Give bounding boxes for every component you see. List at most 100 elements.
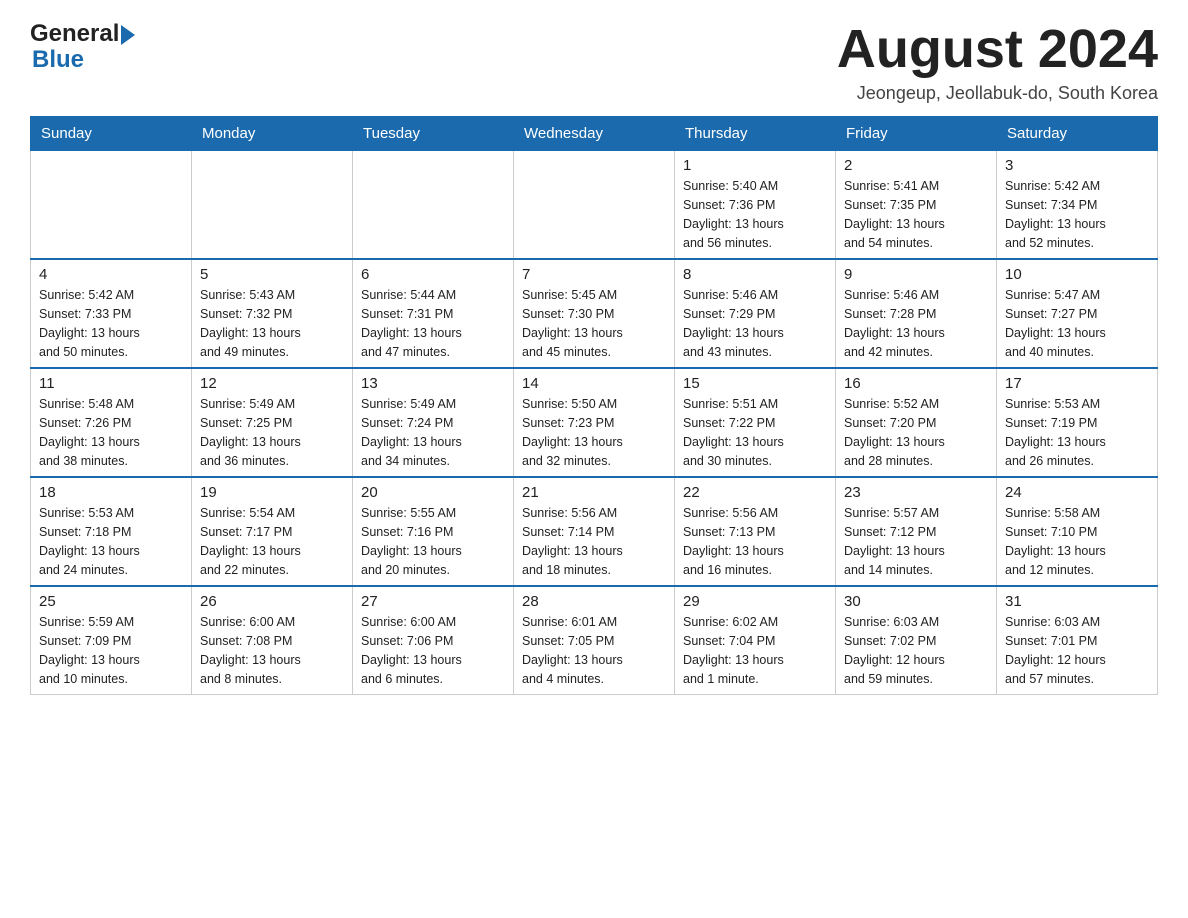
day-number: 24 xyxy=(1005,484,1149,501)
day-info: Sunrise: 5:53 AMSunset: 7:19 PMDaylight:… xyxy=(1005,395,1149,470)
calendar-cell: 5Sunrise: 5:43 AMSunset: 7:32 PMDaylight… xyxy=(192,259,353,368)
day-number: 8 xyxy=(683,266,827,283)
calendar-cell: 31 Sunrise: 6:03 AMSunset: 7:01 PMDayligh… xyxy=(997,586,1158,695)
day-number: 28 xyxy=(522,593,666,610)
calendar-cell: 7 Sunrise: 5:45 AMSunset: 7:30 PMDaylight… xyxy=(514,259,675,368)
calendar-week-2: 4Sunrise: 5:42 AMSunset: 7:33 PMDaylight… xyxy=(31,259,1158,368)
calendar-cell: 12 Sunrise: 5:49 AMSunset: 7:25 PMDayligh… xyxy=(192,368,353,477)
day-info: Sunrise: 5:49 AMSunset: 7:25 PMDaylight:… xyxy=(200,395,344,470)
calendar-week-4: 18 Sunrise: 5:53 AMSunset: 7:18 PMDayligh… xyxy=(31,477,1158,586)
calendar-cell xyxy=(514,151,675,260)
day-number: 6 xyxy=(361,266,505,283)
calendar-cell: 24 Sunrise: 5:58 AMSunset: 7:10 PMDayligh… xyxy=(997,477,1158,586)
day-number: 1 xyxy=(683,157,827,174)
calendar-cell: 14Sunrise: 5:50 AMSunset: 7:23 PMDayligh… xyxy=(514,368,675,477)
calendar-cell: 20 Sunrise: 5:55 AMSunset: 7:16 PMDayligh… xyxy=(353,477,514,586)
day-info: Sunrise: 5:42 AMSunset: 7:34 PMDaylight:… xyxy=(1005,177,1149,252)
header-friday: Friday xyxy=(836,117,997,151)
day-number: 2 xyxy=(844,157,988,174)
calendar-cell: 11 Sunrise: 5:48 AMSunset: 7:26 PMDayligh… xyxy=(31,368,192,477)
calendar-cell: 9Sunrise: 5:46 AMSunset: 7:28 PMDaylight… xyxy=(836,259,997,368)
day-info: Sunrise: 5:48 AMSunset: 7:26 PMDaylight:… xyxy=(39,395,183,470)
day-info: Sunrise: 5:46 AMSunset: 7:29 PMDaylight:… xyxy=(683,286,827,361)
day-number: 18 xyxy=(39,484,183,501)
logo: General Blue xyxy=(30,20,135,74)
day-info: Sunrise: 5:47 AMSunset: 7:27 PMDaylight:… xyxy=(1005,286,1149,361)
day-number: 12 xyxy=(200,375,344,392)
calendar-cell xyxy=(192,151,353,260)
day-number: 13 xyxy=(361,375,505,392)
calendar-cell: 21 Sunrise: 5:56 AMSunset: 7:14 PMDayligh… xyxy=(514,477,675,586)
title-section: August 2024 Jeongeup, Jeollabuk-do, Sout… xyxy=(837,20,1158,104)
calendar-cell: 6 Sunrise: 5:44 AMSunset: 7:31 PMDaylight… xyxy=(353,259,514,368)
calendar-header-row: SundayMondayTuesdayWednesdayThursdayFrid… xyxy=(31,117,1158,151)
day-number: 17 xyxy=(1005,375,1149,392)
calendar-cell xyxy=(31,151,192,260)
header-tuesday: Tuesday xyxy=(353,117,514,151)
day-info: Sunrise: 5:49 AMSunset: 7:24 PMDaylight:… xyxy=(361,395,505,470)
day-info: Sunrise: 5:55 AMSunset: 7:16 PMDaylight:… xyxy=(361,504,505,579)
day-number: 22 xyxy=(683,484,827,501)
calendar-cell: 17 Sunrise: 5:53 AMSunset: 7:19 PMDayligh… xyxy=(997,368,1158,477)
day-info: Sunrise: 6:00 AMSunset: 7:06 PMDaylight:… xyxy=(361,613,505,688)
logo-blue-text: Blue xyxy=(32,46,84,73)
calendar-week-1: 1 Sunrise: 5:40 AMSunset: 7:36 PMDaylight… xyxy=(31,151,1158,260)
header-thursday: Thursday xyxy=(675,117,836,151)
day-number: 29 xyxy=(683,593,827,610)
day-number: 21 xyxy=(522,484,666,501)
day-info: Sunrise: 5:59 AMSunset: 7:09 PMDaylight:… xyxy=(39,613,183,688)
calendar-week-3: 11 Sunrise: 5:48 AMSunset: 7:26 PMDayligh… xyxy=(31,368,1158,477)
calendar-cell: 15Sunrise: 5:51 AMSunset: 7:22 PMDayligh… xyxy=(675,368,836,477)
day-number: 7 xyxy=(522,266,666,283)
day-number: 31 xyxy=(1005,593,1149,610)
day-number: 23 xyxy=(844,484,988,501)
day-number: 27 xyxy=(361,593,505,610)
day-info: Sunrise: 6:03 AMSunset: 7:01 PMDaylight:… xyxy=(1005,613,1149,688)
day-info: Sunrise: 6:03 AMSunset: 7:02 PMDaylight:… xyxy=(844,613,988,688)
calendar-week-5: 25 Sunrise: 5:59 AMSunset: 7:09 PMDayligh… xyxy=(31,586,1158,695)
day-number: 19 xyxy=(200,484,344,501)
logo-arrow-icon xyxy=(121,25,135,45)
calendar-cell: 1 Sunrise: 5:40 AMSunset: 7:36 PMDaylight… xyxy=(675,151,836,260)
day-number: 10 xyxy=(1005,266,1149,283)
day-info: Sunrise: 5:53 AMSunset: 7:18 PMDaylight:… xyxy=(39,504,183,579)
day-info: Sunrise: 5:45 AMSunset: 7:30 PMDaylight:… xyxy=(522,286,666,361)
day-info: Sunrise: 5:52 AMSunset: 7:20 PMDaylight:… xyxy=(844,395,988,470)
day-info: Sunrise: 5:58 AMSunset: 7:10 PMDaylight:… xyxy=(1005,504,1149,579)
calendar-cell xyxy=(353,151,514,260)
day-info: Sunrise: 5:56 AMSunset: 7:14 PMDaylight:… xyxy=(522,504,666,579)
calendar-cell: 26Sunrise: 6:00 AMSunset: 7:08 PMDayligh… xyxy=(192,586,353,695)
header-wednesday: Wednesday xyxy=(514,117,675,151)
calendar-cell: 2 Sunrise: 5:41 AMSunset: 7:35 PMDaylight… xyxy=(836,151,997,260)
day-number: 16 xyxy=(844,375,988,392)
day-number: 9 xyxy=(844,266,988,283)
day-info: Sunrise: 6:00 AMSunset: 7:08 PMDaylight:… xyxy=(200,613,344,688)
day-number: 15 xyxy=(683,375,827,392)
page-header: General Blue August 2024 Jeongeup, Jeoll… xyxy=(30,20,1158,104)
day-info: Sunrise: 5:44 AMSunset: 7:31 PMDaylight:… xyxy=(361,286,505,361)
calendar-table: SundayMondayTuesdayWednesdayThursdayFrid… xyxy=(30,116,1158,695)
calendar-cell: 25 Sunrise: 5:59 AMSunset: 7:09 PMDayligh… xyxy=(31,586,192,695)
header-sunday: Sunday xyxy=(31,117,192,151)
day-number: 20 xyxy=(361,484,505,501)
calendar-cell: 22Sunrise: 5:56 AMSunset: 7:13 PMDayligh… xyxy=(675,477,836,586)
day-info: Sunrise: 6:02 AMSunset: 7:04 PMDaylight:… xyxy=(683,613,827,688)
header-monday: Monday xyxy=(192,117,353,151)
calendar-cell: 8 Sunrise: 5:46 AMSunset: 7:29 PMDaylight… xyxy=(675,259,836,368)
day-info: Sunrise: 5:40 AMSunset: 7:36 PMDaylight:… xyxy=(683,177,827,252)
day-info: Sunrise: 5:50 AMSunset: 7:23 PMDaylight:… xyxy=(522,395,666,470)
day-info: Sunrise: 6:01 AMSunset: 7:05 PMDaylight:… xyxy=(522,613,666,688)
day-info: Sunrise: 5:41 AMSunset: 7:35 PMDaylight:… xyxy=(844,177,988,252)
day-number: 11 xyxy=(39,375,183,392)
logo-general-text: General xyxy=(30,20,119,48)
month-title: August 2024 xyxy=(837,20,1158,79)
calendar-cell: 10 Sunrise: 5:47 AMSunset: 7:27 PMDayligh… xyxy=(997,259,1158,368)
day-number: 30 xyxy=(844,593,988,610)
day-number: 25 xyxy=(39,593,183,610)
day-number: 3 xyxy=(1005,157,1149,174)
location: Jeongeup, Jeollabuk-do, South Korea xyxy=(837,83,1158,104)
day-info: Sunrise: 5:42 AMSunset: 7:33 PMDaylight:… xyxy=(39,286,183,361)
day-info: Sunrise: 5:43 AMSunset: 7:32 PMDaylight:… xyxy=(200,286,344,361)
calendar-cell: 18 Sunrise: 5:53 AMSunset: 7:18 PMDayligh… xyxy=(31,477,192,586)
calendar-cell: 23Sunrise: 5:57 AMSunset: 7:12 PMDayligh… xyxy=(836,477,997,586)
